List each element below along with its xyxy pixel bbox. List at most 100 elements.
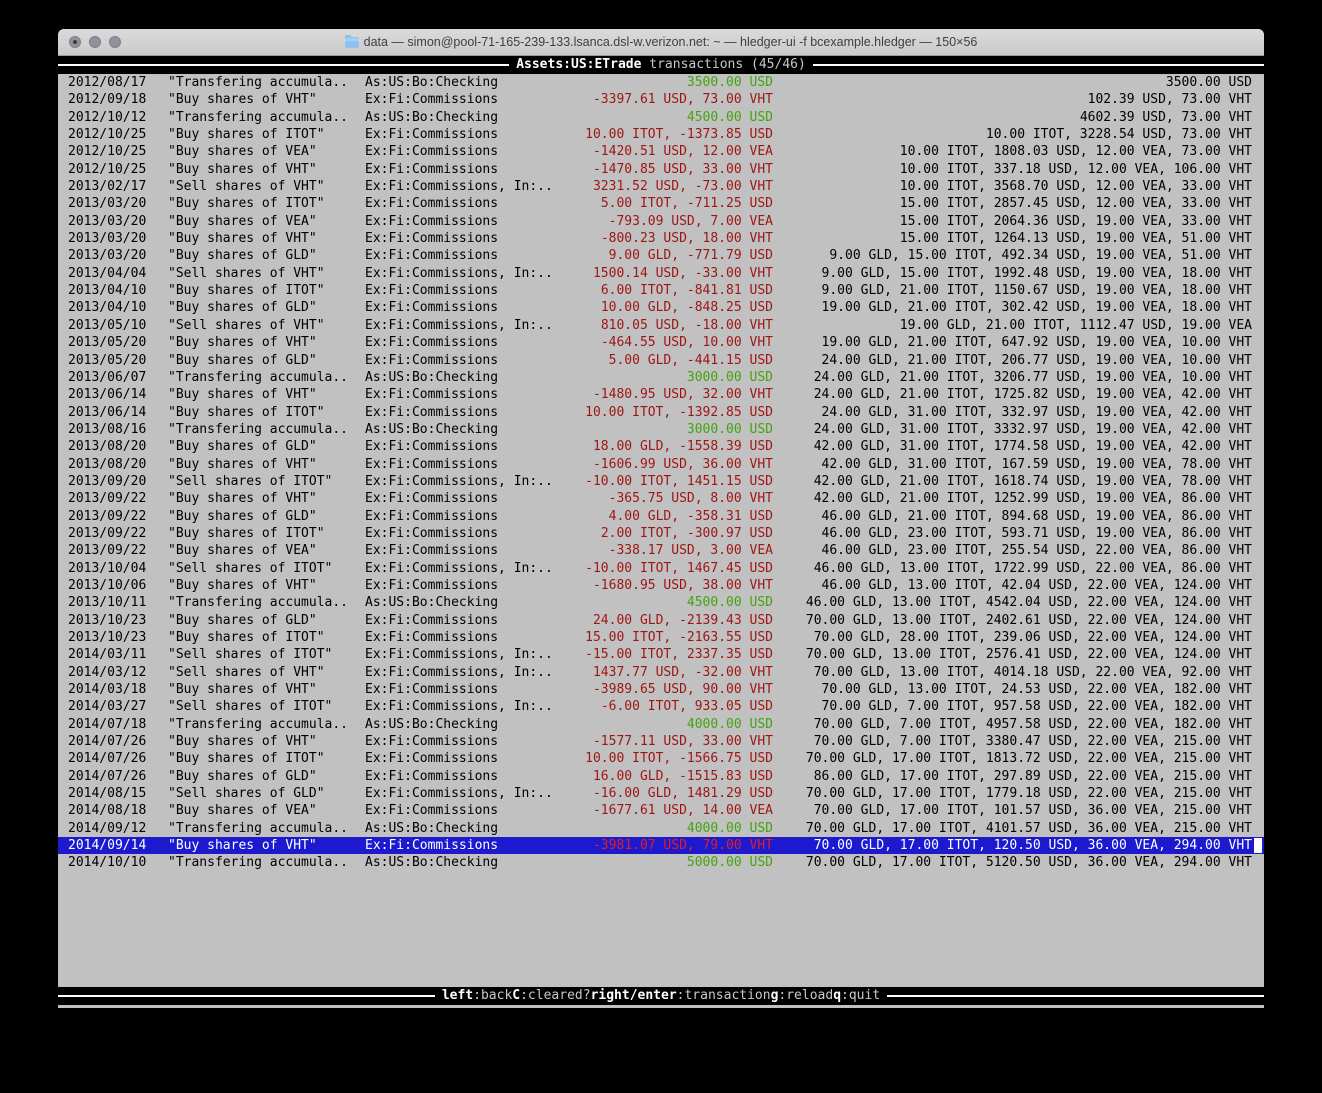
register-row[interactable]: 2013/08/16 "Transfering accumula.. As:US… (58, 421, 1264, 438)
transaction-amount: 4.00 GLD, -358.31 USD (580, 508, 773, 525)
terminal-screen: Assets:US:ETrade transactions (45/46) 20… (58, 56, 1264, 1008)
running-balance: 3500.00 USD (773, 74, 1264, 91)
other-accounts: Ex:Fi:Commissions, In:.. (365, 698, 580, 715)
other-accounts: Ex:Fi:Commissions, In:.. (365, 265, 580, 282)
running-balance: 46.00 GLD, 13.00 ITOT, 4542.04 USD, 22.0… (773, 594, 1264, 611)
register-row[interactable]: 2013/09/20 "Sell shares of ITOT" Ex:Fi:C… (58, 473, 1264, 490)
running-balance: 4602.39 USD, 73.00 VHT (773, 109, 1264, 126)
register-row[interactable]: 2014/09/12 "Transfering accumula.. As:US… (58, 820, 1264, 837)
transaction-date: 2013/05/20 (58, 334, 168, 351)
transaction-description: "Buy shares of VEA" (168, 143, 365, 160)
register-row[interactable]: 2014/07/26 "Buy shares of VHT" Ex:Fi:Com… (58, 733, 1264, 750)
register-row[interactable]: 2013/03/20 "Buy shares of GLD" Ex:Fi:Com… (58, 247, 1264, 264)
transaction-amount: -16.00 GLD, 1481.29 USD (580, 785, 773, 802)
register-row[interactable]: 2014/10/10 "Transfering accumula.. As:US… (58, 854, 1264, 871)
zoom-button[interactable] (109, 36, 121, 48)
register-row[interactable]: 2012/10/12 "Transfering accumula.. As:US… (58, 109, 1264, 126)
transaction-amount: 1437.77 USD, -32.00 VHT (580, 664, 773, 681)
transaction-description: "Buy shares of ITOT" (168, 282, 365, 299)
register-row[interactable]: 2013/10/11 "Transfering accumula.. As:US… (58, 594, 1264, 611)
register-row[interactable]: 2013/04/10 "Buy shares of ITOT" Ex:Fi:Co… (58, 282, 1264, 299)
register-row[interactable]: 2013/10/06 "Buy shares of VHT" Ex:Fi:Com… (58, 577, 1264, 594)
register-row[interactable]: 2014/03/27 "Sell shares of ITOT" Ex:Fi:C… (58, 698, 1264, 715)
transaction-date: 2014/09/14 (58, 837, 168, 854)
register-row[interactable]: 2012/10/25 "Buy shares of ITOT" Ex:Fi:Co… (58, 126, 1264, 143)
window-title: data — simon@pool-71-165-239-133.lsanca.… (364, 35, 978, 49)
register-row[interactable]: 2013/09/22 "Buy shares of VHT" Ex:Fi:Com… (58, 490, 1264, 507)
register-row[interactable]: 2013/05/10 "Sell shares of VHT" Ex:Fi:Co… (58, 317, 1264, 334)
other-accounts: As:US:Bo:Checking (365, 74, 580, 91)
transaction-date: 2013/09/20 (58, 473, 168, 490)
register-row[interactable]: 2013/10/04 "Sell shares of ITOT" Ex:Fi:C… (58, 560, 1264, 577)
running-balance: 70.00 GLD, 7.00 ITOT, 3380.47 USD, 22.00… (773, 733, 1264, 750)
register-row[interactable]: 2013/06/14 "Buy shares of VHT" Ex:Fi:Com… (58, 386, 1264, 403)
register-row[interactable]: 2012/10/25 "Buy shares of VEA" Ex:Fi:Com… (58, 143, 1264, 160)
register-row[interactable]: 2014/08/18 "Buy shares of VEA" Ex:Fi:Com… (58, 802, 1264, 819)
register-row[interactable]: 2013/05/20 "Buy shares of VHT" Ex:Fi:Com… (58, 334, 1264, 351)
transaction-amount: 6.00 ITOT, -841.81 USD (580, 282, 773, 299)
running-balance: 9.00 GLD, 15.00 ITOT, 492.34 USD, 19.00 … (773, 247, 1264, 264)
register-row[interactable]: 2014/09/14 "Buy shares of VHT" Ex:Fi:Com… (58, 837, 1264, 854)
close-button[interactable] (69, 36, 81, 48)
transaction-date: 2014/07/26 (58, 768, 168, 785)
register-row[interactable]: 2013/09/22 "Buy shares of VEA" Ex:Fi:Com… (58, 542, 1264, 559)
minimize-button[interactable] (89, 36, 101, 48)
empty-terminal-area (58, 872, 1264, 987)
transaction-amount: 5.00 GLD, -441.15 USD (580, 352, 773, 369)
register-row[interactable]: 2014/03/12 "Sell shares of VHT" Ex:Fi:Co… (58, 664, 1264, 681)
register-row[interactable]: 2014/08/15 "Sell shares of GLD" Ex:Fi:Co… (58, 785, 1264, 802)
transaction-date: 2013/04/10 (58, 299, 168, 316)
other-accounts: As:US:Bo:Checking (365, 854, 580, 871)
register-row[interactable]: 2013/06/14 "Buy shares of ITOT" Ex:Fi:Co… (58, 404, 1264, 421)
traffic-lights (69, 29, 121, 55)
other-accounts: Ex:Fi:Commissions, In:.. (365, 664, 580, 681)
other-accounts: Ex:Fi:Commissions (365, 802, 580, 819)
transaction-amount: -365.75 USD, 8.00 VHT (580, 490, 773, 507)
transaction-amount: 9.00 GLD, -771.79 USD (580, 247, 773, 264)
register-row[interactable]: 2012/08/17 "Transfering accumula.. As:US… (58, 74, 1264, 91)
transaction-description: "Buy shares of ITOT" (168, 525, 365, 542)
register-row[interactable]: 2012/09/18 "Buy shares of VHT" Ex:Fi:Com… (58, 91, 1264, 108)
register-row[interactable]: 2013/08/20 "Buy shares of VHT" Ex:Fi:Com… (58, 456, 1264, 473)
register-row[interactable]: 2013/02/17 "Sell shares of VHT" Ex:Fi:Co… (58, 178, 1264, 195)
folder-icon (345, 37, 359, 48)
transaction-date: 2013/10/06 (58, 577, 168, 594)
transaction-date: 2014/08/15 (58, 785, 168, 802)
hint-key: q (833, 987, 841, 1005)
transaction-date: 2013/09/22 (58, 508, 168, 525)
register-row[interactable]: 2013/06/07 "Transfering accumula.. As:US… (58, 369, 1264, 386)
register-row[interactable]: 2013/03/20 "Buy shares of VEA" Ex:Fi:Com… (58, 213, 1264, 230)
register-row[interactable]: 2012/10/25 "Buy shares of VHT" Ex:Fi:Com… (58, 161, 1264, 178)
transaction-amount: 4500.00 USD (580, 594, 773, 611)
register-row[interactable]: 2013/09/22 "Buy shares of GLD" Ex:Fi:Com… (58, 508, 1264, 525)
transaction-date: 2013/08/16 (58, 421, 168, 438)
register-row[interactable]: 2014/07/18 "Transfering accumula.. As:US… (58, 716, 1264, 733)
transaction-date: 2013/06/07 (58, 369, 168, 386)
transaction-date: 2014/03/11 (58, 646, 168, 663)
register-row[interactable]: 2013/03/20 "Buy shares of ITOT" Ex:Fi:Co… (58, 195, 1264, 212)
register-row[interactable]: 2014/07/26 "Buy shares of GLD" Ex:Fi:Com… (58, 768, 1264, 785)
transaction-amount: 4000.00 USD (580, 716, 773, 733)
transaction-date: 2014/07/26 (58, 750, 168, 767)
register-row[interactable]: 2014/03/18 "Buy shares of VHT" Ex:Fi:Com… (58, 681, 1264, 698)
register-row[interactable]: 2014/07/26 "Buy shares of ITOT" Ex:Fi:Co… (58, 750, 1264, 767)
other-accounts: Ex:Fi:Commissions (365, 334, 580, 351)
register-row[interactable]: 2014/03/11 "Sell shares of ITOT" Ex:Fi:C… (58, 646, 1264, 663)
running-balance: 70.00 GLD, 13.00 ITOT, 24.53 USD, 22.00 … (773, 681, 1264, 698)
running-balance: 42.00 GLD, 21.00 ITOT, 1252.99 USD, 19.0… (773, 490, 1264, 507)
register-row[interactable]: 2013/10/23 "Buy shares of GLD" Ex:Fi:Com… (58, 612, 1264, 629)
transaction-amount: -464.55 USD, 10.00 VHT (580, 334, 773, 351)
register-row[interactable]: 2013/09/22 "Buy shares of ITOT" Ex:Fi:Co… (58, 525, 1264, 542)
register-row[interactable]: 2013/10/23 "Buy shares of ITOT" Ex:Fi:Co… (58, 629, 1264, 646)
register-row[interactable]: 2013/04/04 "Sell shares of VHT" Ex:Fi:Co… (58, 265, 1264, 282)
other-accounts: Ex:Fi:Commissions (365, 143, 580, 160)
register-row[interactable]: 2013/04/10 "Buy shares of GLD" Ex:Fi:Com… (58, 299, 1264, 316)
register-row[interactable]: 2013/05/20 "Buy shares of GLD" Ex:Fi:Com… (58, 352, 1264, 369)
register-row[interactable]: 2013/03/20 "Buy shares of VHT" Ex:Fi:Com… (58, 230, 1264, 247)
other-accounts: Ex:Fi:Commissions (365, 299, 580, 316)
terminal-window: data — simon@pool-71-165-239-133.lsanca.… (58, 29, 1264, 1008)
transaction-description: "Buy shares of VHT" (168, 91, 365, 108)
register-row[interactable]: 2013/08/20 "Buy shares of GLD" Ex:Fi:Com… (58, 438, 1264, 455)
running-balance: 10.00 ITOT, 3228.54 USD, 73.00 VHT (773, 126, 1264, 143)
transaction-amount: -6.00 ITOT, 933.05 USD (580, 698, 773, 715)
